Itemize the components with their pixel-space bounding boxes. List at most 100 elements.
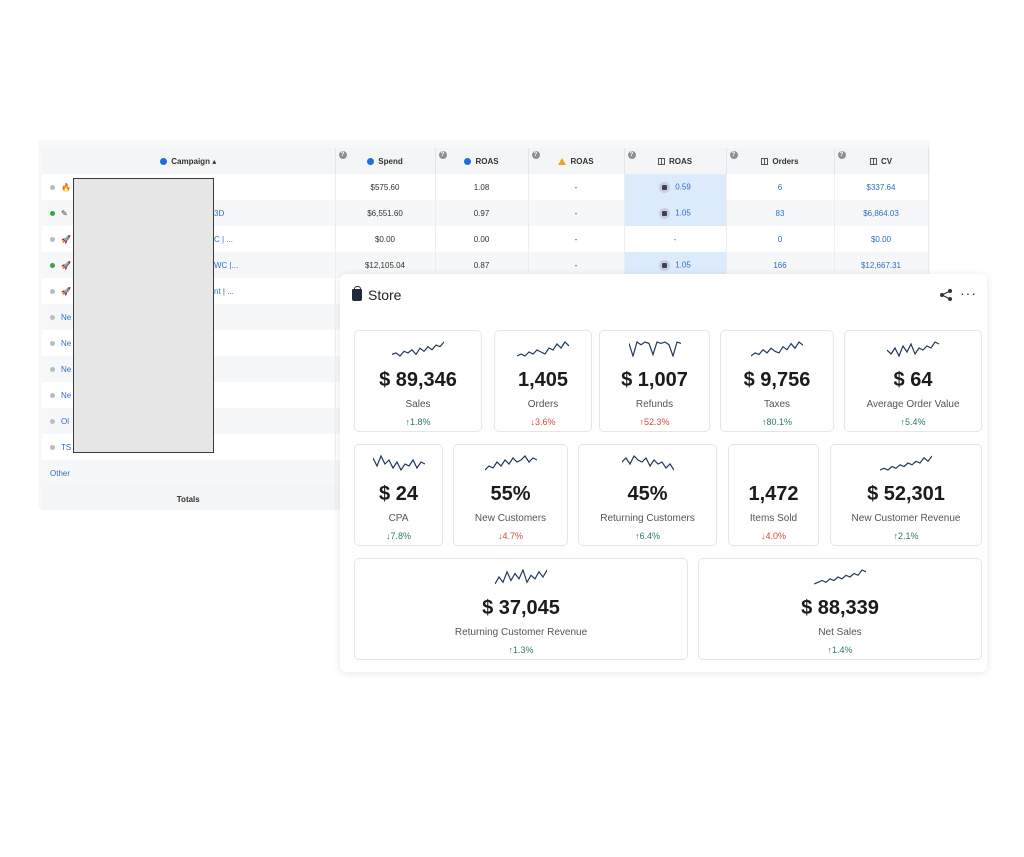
metric-change-badge: ↑5.4% <box>900 417 926 427</box>
status-dot-icon[interactable] <box>50 418 55 424</box>
sort-asc-icon[interactable]: ▴ <box>212 157 216 166</box>
sparkline-line <box>880 455 932 471</box>
column-header-campaign[interactable]: Campaign ▴ <box>42 148 336 174</box>
metric-card-taxes[interactable]: $ 9,756 Taxes ↑80.1% <box>720 330 834 432</box>
metric-label: Sales <box>405 399 431 410</box>
sparkline-line <box>751 341 803 357</box>
metric-value: $ 24 <box>379 483 418 505</box>
cell-value: $0.00 <box>870 234 892 244</box>
status-dot-icon[interactable] <box>50 444 55 450</box>
column-header-roas-table[interactable]: ? ROAS <box>624 148 727 174</box>
sparkline-chart <box>392 341 444 357</box>
status-dot-icon[interactable] <box>50 236 55 242</box>
metric-card-orders[interactable]: 1,405 Orders ↓3.6% <box>494 330 592 432</box>
status-dot-icon[interactable] <box>50 288 55 294</box>
metric-card-returning-customers[interactable]: 45% Returning Customers ↑6.4% <box>578 444 717 546</box>
campaign-name-link[interactable]: Ne <box>61 339 71 348</box>
metric-value: $ 37,045 <box>482 597 560 619</box>
campaign-name-link[interactable]: TS <box>61 443 71 452</box>
column-header-cv[interactable]: ? CV <box>834 148 929 174</box>
campaign-cell[interactable]: Other <box>42 460 336 486</box>
cell-cv: $337.64 <box>834 174 929 200</box>
status-dot-icon[interactable] <box>50 262 55 268</box>
metric-label: New Customers <box>474 513 547 524</box>
metric-change-badge: ↑1.3% <box>508 645 534 655</box>
cell-roas1: 1.08 <box>435 174 529 200</box>
sparkline-chart <box>628 341 681 357</box>
status-dot-icon[interactable] <box>50 314 55 320</box>
status-dot-icon[interactable] <box>50 184 55 190</box>
channel-icon: 🚀 <box>61 260 71 270</box>
cell-value: $6,551.60 <box>367 208 403 218</box>
cell-value: - <box>574 208 578 218</box>
metric-label: Items Sold <box>749 513 798 524</box>
column-header-roas[interactable]: ? ROAS <box>435 148 529 174</box>
status-dot-icon[interactable] <box>50 392 55 398</box>
cell-spend: $6,551.60 <box>335 200 436 226</box>
store-panel: Store ··· $ 89,346 Sales ↑1.8% 1,405 Orders ↓… <box>340 274 987 672</box>
warning-icon <box>558 157 567 165</box>
column-header-label: Orders <box>772 156 799 166</box>
cell-spend: $0.00 <box>335 226 436 252</box>
campaign-name-link[interactable]: Ne <box>61 365 71 374</box>
more-icon[interactable]: ··· <box>960 286 977 300</box>
campaign-name-link[interactable]: nt | ... <box>214 287 234 296</box>
metric-card-net-sales[interactable]: $ 88,339 Net Sales ↑1.4% <box>698 558 982 660</box>
campaign-name-link[interactable]: WC |... <box>214 261 238 270</box>
sparkline-line <box>495 569 547 585</box>
table-icon <box>869 157 877 165</box>
help-icon[interactable]: ? <box>729 151 738 159</box>
metric-value: 1,405 <box>517 369 569 391</box>
campaign-name-link[interactable]: Ne <box>61 313 71 322</box>
help-icon[interactable]: ? <box>531 151 540 159</box>
cell-value: 0.87 <box>473 260 490 270</box>
campaign-name-link[interactable]: Other <box>50 469 70 478</box>
metric-card-items-sold[interactable]: 1,472 Items Sold ↓4.0% <box>728 444 819 546</box>
metric-change-badge: ↓7.8% <box>385 531 411 541</box>
metric-card-cpa[interactable]: $ 24 CPA ↓7.8% <box>354 444 443 546</box>
help-icon[interactable]: ? <box>627 151 636 159</box>
metric-change-badge: ↓4.7% <box>497 531 523 541</box>
redaction-box <box>73 178 214 453</box>
help-icon[interactable]: ? <box>438 151 447 159</box>
status-dot-icon[interactable] <box>50 366 55 372</box>
metric-card-average-order-value[interactable]: $ 64 Average Order Value ↑5.4% <box>844 330 982 432</box>
metric-change-badge: ↓3.6% <box>530 417 556 427</box>
metric-change-badge: ↑1.4% <box>827 645 853 655</box>
status-dot-icon[interactable] <box>50 340 55 346</box>
cell-cv: $0.00 <box>834 226 929 252</box>
metric-label: Net Sales <box>818 627 862 638</box>
cell-value: - <box>574 234 578 244</box>
campaign-name-link[interactable]: Ne <box>61 391 71 400</box>
cell-value: $0.00 <box>374 234 396 244</box>
metric-change-badge: ↑2.1% <box>893 531 919 541</box>
cell-value: $12,667.31 <box>860 260 902 270</box>
help-icon[interactable]: ? <box>338 151 347 159</box>
metric-card-refunds[interactable]: $ 1,007 Refunds ↑52.3% <box>599 330 710 432</box>
cell-value: - <box>574 182 578 192</box>
metric-value: $ 9,756 <box>743 369 811 391</box>
column-header-roas-warning[interactable]: ? ROAS <box>528 148 625 174</box>
campaign-name-link[interactable]: 3D <box>214 209 224 218</box>
sparkline-chart <box>751 341 803 357</box>
shopify-bag-icon <box>352 286 362 301</box>
campaign-name-link[interactable]: Ol <box>61 417 69 426</box>
share-icon[interactable] <box>939 288 953 302</box>
column-header-orders[interactable]: ? Orders <box>726 148 835 174</box>
metric-card-new-customers[interactable]: 55% New Customers ↓4.7% <box>453 444 568 546</box>
metric-card-returning-customer-revenue[interactable]: $ 37,045 Returning Customer Revenue ↑1.3% <box>354 558 688 660</box>
metric-value: 55% <box>490 483 531 505</box>
status-dot-icon[interactable] <box>50 210 55 216</box>
metric-value: $ 88,339 <box>801 597 879 619</box>
sparkline-line <box>814 569 866 585</box>
metric-card-sales[interactable]: $ 89,346 Sales ↑1.8% <box>354 330 482 432</box>
store-header: Store <box>352 286 401 304</box>
sparkline-chart <box>495 569 547 585</box>
campaign-name-link[interactable]: C | ... <box>214 235 233 244</box>
sparkline-line <box>484 455 537 471</box>
metric-value: $ 52,301 <box>867 483 945 505</box>
column-header-spend[interactable]: ? Spend <box>335 148 436 174</box>
metric-card-new-customer-revenue[interactable]: $ 52,301 New Customer Revenue ↑2.1% <box>830 444 982 546</box>
help-icon[interactable]: ? <box>837 151 846 159</box>
channel-icon: ✎ <box>61 208 68 218</box>
